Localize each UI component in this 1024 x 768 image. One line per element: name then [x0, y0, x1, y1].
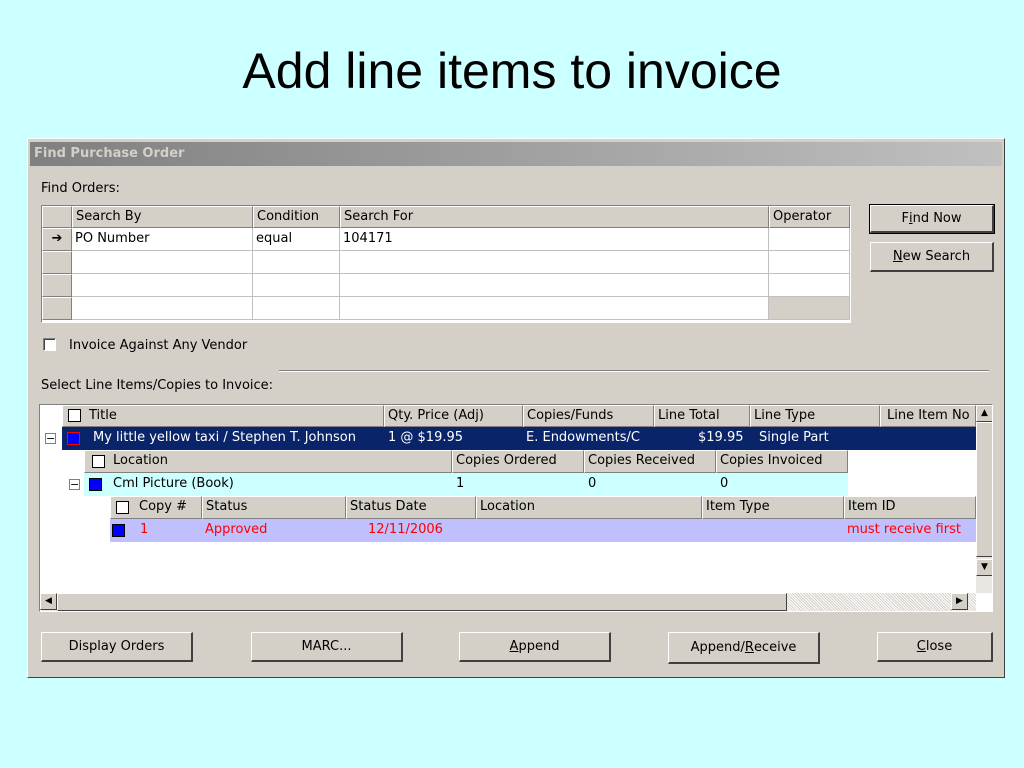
scroll-left-icon[interactable]: ◀: [40, 593, 57, 610]
scroll-down-icon[interactable]: ▼: [976, 559, 992, 576]
search-by-cell[interactable]: [72, 297, 253, 320]
section-separator: [279, 370, 989, 372]
header-search-for[interactable]: Search For: [340, 206, 769, 228]
header-condition[interactable]: Condition: [253, 206, 340, 228]
copy-status: Approved: [205, 522, 268, 537]
header-line-type[interactable]: Line Type: [750, 405, 880, 427]
collapse-line-item-icon[interactable]: −: [45, 433, 56, 444]
header-copies-received[interactable]: Copies Received: [584, 450, 716, 473]
header-line-total[interactable]: Line Total: [654, 405, 750, 427]
header-status[interactable]: Status: [202, 496, 346, 519]
find-now-button[interactable]: Fi nd Now: [869, 204, 995, 234]
header-title[interactable]: Title: [62, 405, 384, 427]
grid-corner: [42, 206, 72, 228]
location-copies-invoiced: 0: [720, 476, 729, 491]
location-copies-received: 0: [588, 476, 597, 491]
condition-cell[interactable]: [253, 274, 340, 297]
header-copies-ordered[interactable]: Copies Ordered: [452, 450, 584, 473]
current-row-indicator[interactable]: ➔: [42, 228, 72, 251]
scroll-up-icon[interactable]: ▲: [976, 405, 992, 422]
header-copies-invoiced[interactable]: Copies Invoiced: [716, 450, 848, 473]
location-row[interactable]: Cml Picture (Book) 1 0 0: [84, 473, 848, 496]
operator-cell[interactable]: [769, 228, 850, 251]
search-for-cell[interactable]: 104171: [340, 228, 769, 251]
vertical-scroll-thumb[interactable]: [976, 422, 992, 557]
header-item-id[interactable]: Item ID: [844, 496, 976, 519]
copy-number: 1: [140, 522, 149, 537]
line-item-total: $19.95: [698, 430, 744, 445]
search-for-cell[interactable]: [340, 274, 769, 297]
header-copy-location[interactable]: Location: [476, 496, 702, 519]
copy-item-id: must receive first: [847, 522, 961, 537]
location-marker-icon[interactable]: [89, 478, 102, 491]
location-copies-ordered: 1: [456, 476, 465, 491]
slide-title: Add line items to invoice: [242, 43, 782, 99]
condition-cell[interactable]: [253, 251, 340, 274]
search-for-cell[interactable]: [340, 251, 769, 274]
search-for-cell[interactable]: [340, 297, 769, 320]
copy-row[interactable]: 1 Approved 12/11/2006 must receive first: [110, 519, 976, 542]
find-purchase-order-dialog: Find Purchase Order Find Orders: Search …: [27, 138, 1005, 678]
header-qty-price[interactable]: Qty. Price (Adj): [384, 405, 523, 427]
collapse-location-icon[interactable]: −: [69, 479, 80, 490]
copy-marker-icon[interactable]: [112, 524, 125, 537]
line-items-grid[interactable]: Title Qty. Price (Adj) Copies/Funds Line…: [39, 404, 993, 612]
copy-status-date: 12/11/2006: [368, 522, 443, 537]
display-orders-button[interactable]: Display Orders: [41, 632, 193, 662]
search-criteria-grid[interactable]: Search By Condition Search For Operator …: [41, 205, 851, 323]
header-location[interactable]: Location: [84, 450, 452, 473]
header-item-type[interactable]: Item Type: [702, 496, 844, 519]
horizontal-scroll-thumb[interactable]: [57, 593, 787, 611]
operator-cell[interactable]: [769, 297, 850, 320]
dialog-titlebar: Find Purchase Order: [30, 142, 1002, 166]
scroll-right-icon[interactable]: ▶: [951, 593, 968, 610]
row-header[interactable]: [42, 297, 72, 320]
header-search-by[interactable]: Search By: [72, 206, 253, 228]
search-by-cell[interactable]: [72, 251, 253, 274]
header-line-item-no[interactable]: Line Item No: [880, 405, 976, 427]
operator-cell[interactable]: [769, 274, 850, 297]
header-status-date[interactable]: Status Date: [346, 496, 476, 519]
line-item-marker-icon[interactable]: [67, 432, 80, 445]
invoice-any-vendor-checkbox[interactable]: [43, 338, 56, 351]
marc-button[interactable]: MARC...: [251, 632, 403, 662]
operator-cell[interactable]: [769, 251, 850, 274]
search-by-cell[interactable]: [72, 274, 253, 297]
header-copies-funds[interactable]: Copies/Funds: [523, 405, 654, 427]
select-all-locations-checkbox[interactable]: [92, 455, 105, 468]
header-operator[interactable]: Operator: [769, 206, 850, 228]
append-button[interactable]: Append: [459, 632, 611, 662]
location-name: Cml Picture (Book): [113, 476, 234, 491]
row-header[interactable]: [42, 274, 72, 297]
condition-cell[interactable]: [253, 297, 340, 320]
select-all-checkbox[interactable]: [68, 409, 81, 422]
new-search-button[interactable]: New Search: [870, 242, 994, 272]
row-header[interactable]: [42, 251, 72, 274]
search-by-cell[interactable]: PO Number: [72, 228, 253, 251]
line-item-copies-funds: E. Endowments/C: [526, 430, 640, 445]
line-item-title: My little yellow taxi / Stephen T. Johns…: [93, 430, 356, 445]
close-button[interactable]: Close: [877, 632, 993, 662]
line-item-type: Single Part: [759, 430, 829, 445]
condition-cell[interactable]: equal: [253, 228, 340, 251]
line-item-row[interactable]: My little yellow taxi / Stephen T. Johns…: [62, 427, 976, 450]
append-receive-button[interactable]: Append/Receive: [668, 632, 820, 664]
select-line-items-label: Select Line Items/Copies to Invoice:: [41, 378, 274, 393]
invoice-any-vendor-label: Invoice Against Any Vendor: [69, 338, 248, 353]
select-all-copies-checkbox[interactable]: [116, 501, 129, 514]
find-orders-label: Find Orders:: [41, 181, 120, 196]
line-item-qty-price: 1 @ $19.95: [388, 430, 464, 445]
